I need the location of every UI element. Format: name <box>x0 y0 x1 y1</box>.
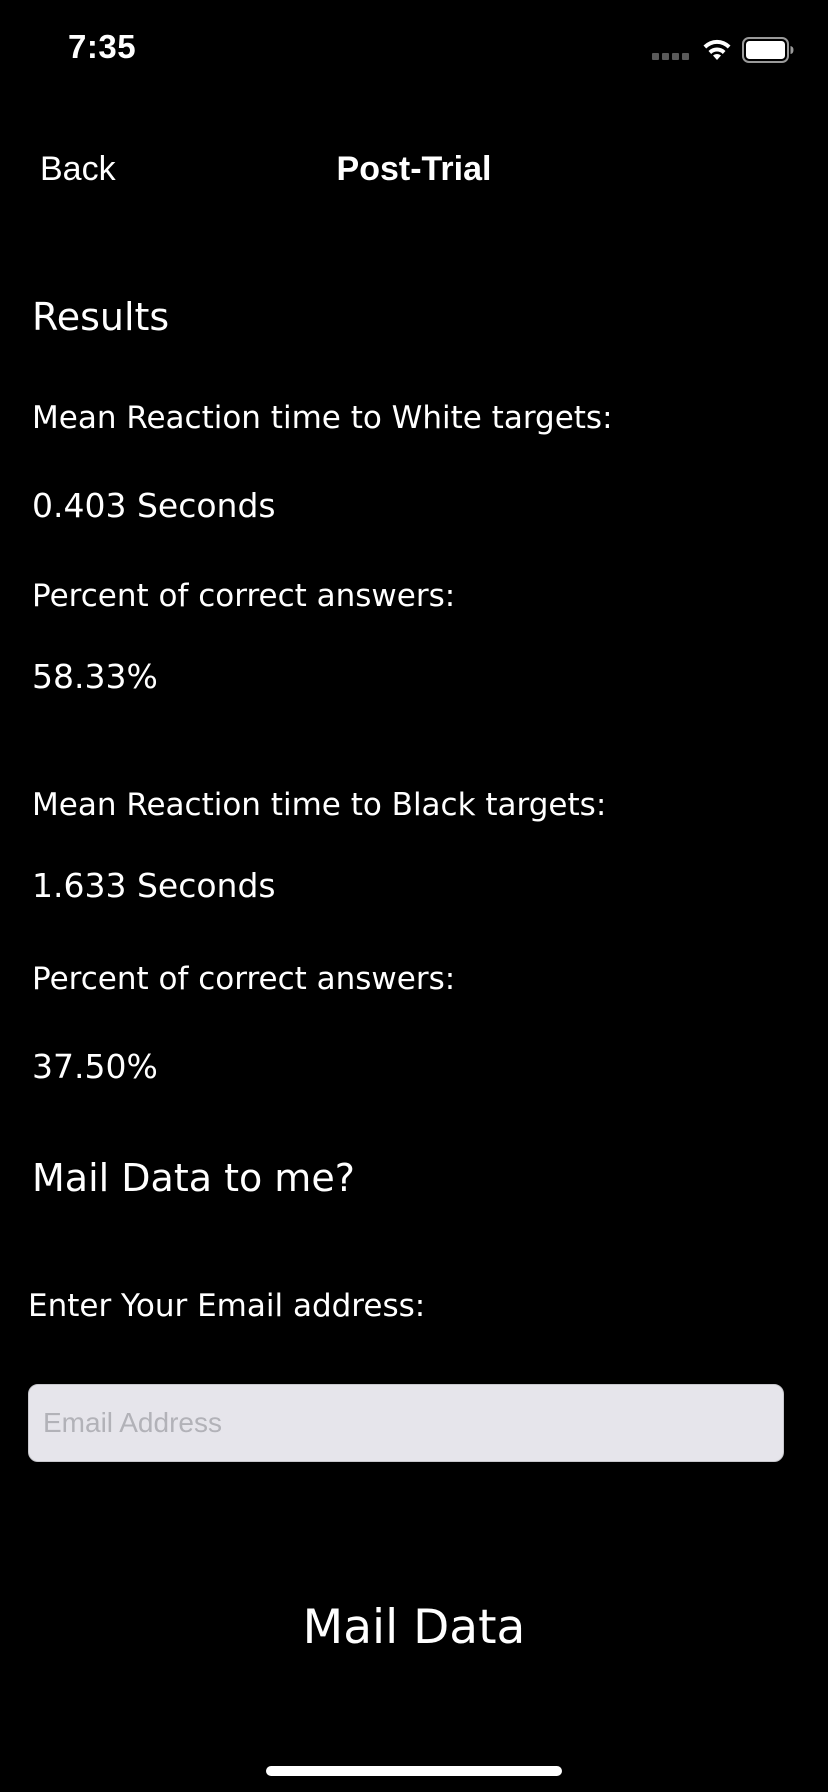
status-time: 7:35 <box>68 28 137 65</box>
mail-heading: Mail Data to me? <box>32 1156 355 1200</box>
black-percent-value: 37.50% <box>32 1047 158 1086</box>
black-reaction-label: Mean Reaction time to Black targets: <box>32 787 607 823</box>
home-indicator[interactable] <box>266 1766 562 1776</box>
signal-icon <box>652 53 689 60</box>
email-label: Enter Your Email address: <box>28 1288 426 1324</box>
white-reaction-label: Mean Reaction time to White targets: <box>32 400 613 436</box>
email-input[interactable] <box>28 1384 784 1462</box>
black-reaction-time: 1.633 Seconds <box>32 866 276 905</box>
white-percent-value: 58.33% <box>32 657 158 696</box>
results-heading: Results <box>32 295 170 339</box>
mail-data-button[interactable]: Mail Data <box>0 1600 828 1655</box>
page-title: Post-Trial <box>336 150 492 188</box>
white-percent-label: Percent of correct answers: <box>32 578 456 614</box>
white-reaction-time: 0.403 Seconds <box>32 486 276 525</box>
black-percent-label: Percent of correct answers: <box>32 961 456 997</box>
wifi-icon <box>703 39 731 60</box>
battery-icon <box>742 37 794 63</box>
